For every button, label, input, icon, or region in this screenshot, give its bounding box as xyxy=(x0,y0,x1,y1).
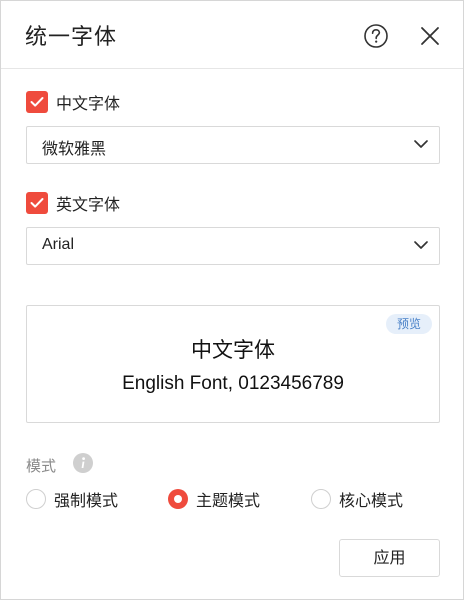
chinese-font-checkbox[interactable] xyxy=(26,91,48,113)
help-button[interactable] xyxy=(363,23,389,49)
mode-label: 模式 xyxy=(26,457,57,475)
radio-theme-mode[interactable]: 主题模式 xyxy=(168,487,260,511)
question-circle-icon xyxy=(364,24,388,48)
preview-chinese-text: 中文字体 xyxy=(191,338,275,362)
unify-font-dialog: 统一字体 中文字体 微软雅黑 英文字体 Arial 预览 中文字体 Englis… xyxy=(0,0,464,600)
english-font-checkbox-row[interactable]: 英文字体 xyxy=(26,191,120,215)
chinese-font-value: 微软雅黑 xyxy=(42,139,107,158)
radio-button[interactable] xyxy=(311,489,331,509)
radio-label: 强制模式 xyxy=(54,491,119,510)
radio-button[interactable] xyxy=(26,489,46,509)
english-font-label: 英文字体 xyxy=(56,195,121,214)
chinese-font-select[interactable]: 微软雅黑 xyxy=(26,126,440,164)
english-font-value: Arial xyxy=(42,236,75,253)
chinese-font-label: 中文字体 xyxy=(56,94,121,113)
dialog-header: 统一字体 xyxy=(1,1,463,69)
preview-english-text: English Font, 0123456789 xyxy=(122,373,344,394)
checkmark-icon xyxy=(30,198,44,208)
close-icon xyxy=(421,27,439,45)
radio-label: 主题模式 xyxy=(196,491,261,510)
chinese-font-checkbox-row[interactable]: 中文字体 xyxy=(26,90,120,114)
preview-badge: 预览 xyxy=(385,314,432,334)
apply-button[interactable]: 应用 xyxy=(339,539,440,577)
dialog-title: 统一字体 xyxy=(25,25,118,50)
chevron-down-icon xyxy=(414,140,428,148)
info-icon[interactable] xyxy=(73,453,93,473)
close-button[interactable] xyxy=(417,23,443,49)
radio-core-mode[interactable]: 核心模式 xyxy=(311,487,403,511)
english-font-checkbox[interactable] xyxy=(26,192,48,214)
checkmark-icon xyxy=(30,97,44,107)
english-font-select[interactable]: Arial xyxy=(26,227,440,265)
font-preview-box: 预览 中文字体 English Font, 0123456789 xyxy=(26,305,440,423)
radio-label: 核心模式 xyxy=(339,491,404,510)
chevron-down-icon xyxy=(414,241,428,249)
radio-button-selected[interactable] xyxy=(168,489,188,509)
radio-force-mode[interactable]: 强制模式 xyxy=(26,487,118,511)
